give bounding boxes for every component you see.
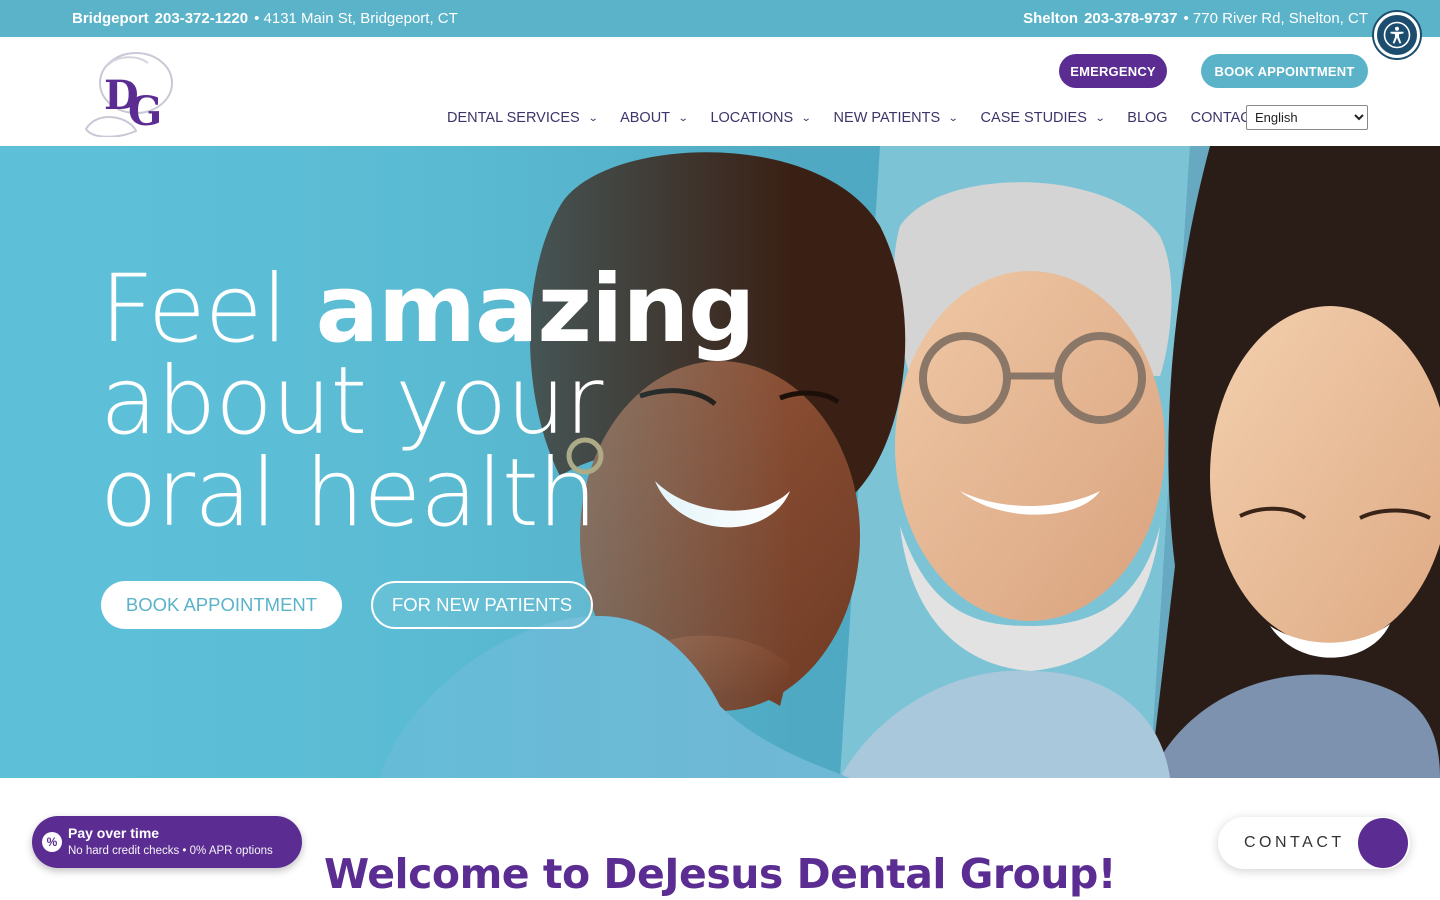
language-select[interactable]: English xyxy=(1246,105,1368,130)
bridgeport-address: • 4131 Main St, Bridgeport, CT xyxy=(254,10,458,27)
nav-item-about[interactable]: ABOUT ⌄ xyxy=(620,110,689,126)
shelton-phone-link[interactable]: 203-378-9737 xyxy=(1084,10,1177,27)
chevron-down-icon: ⌄ xyxy=(947,112,959,124)
bridgeport-city: Bridgeport xyxy=(72,10,149,27)
nav-item-case-studies[interactable]: CASE STUDIES ⌄ xyxy=(980,110,1106,126)
bridgeport-phone-link[interactable]: 203-372-1220 xyxy=(155,10,248,27)
pay-badge-subtitle: No hard credit checks • 0% APR options xyxy=(68,845,273,857)
hero-headline-line-1: Feel amazing xyxy=(100,263,756,357)
chevron-down-icon: ⌄ xyxy=(1094,112,1106,124)
chevron-down-icon: ⌄ xyxy=(800,112,812,124)
nav-item-label: ABOUT xyxy=(620,110,671,126)
bridgeport-location-info: Bridgeport 203-372-1220 • 4131 Main St, Br… xyxy=(72,0,458,37)
shelton-address: • 770 River Rd, Shelton, CT xyxy=(1183,10,1369,27)
nav-item-label: BLOG xyxy=(1127,110,1168,126)
hero-headline-line-3: oral health xyxy=(100,439,597,548)
shelton-city: Shelton xyxy=(1023,10,1079,27)
shelton-location-info: Shelton 203-378-9737 • 770 River Rd, Shelt… xyxy=(1023,0,1368,37)
site-logo[interactable]: D G xyxy=(78,47,178,138)
nav-item-label: LOCATIONS xyxy=(710,110,794,126)
percent-icon: % xyxy=(42,832,62,852)
top-info-bar: Bridgeport 203-372-1220 • 4131 Main St, Br… xyxy=(0,0,1440,37)
nav-item-label: NEW PATIENTS xyxy=(833,110,941,126)
main-nav: DENTAL SERVICES ⌄ ABOUT ⌄ LOCATIONS ⌄ NE… xyxy=(447,107,1282,129)
dg-logo-mark: D G xyxy=(84,52,173,138)
pay-over-time-badge[interactable]: % Pay over time No hard credit checks • … xyxy=(32,816,302,868)
hero-new-patients-button[interactable]: FOR NEW PATIENTS xyxy=(371,581,593,629)
book-appointment-header-button[interactable]: BOOK APPOINTMENT xyxy=(1201,54,1368,88)
hero-headline: Feel amazing about your oral health xyxy=(100,263,756,548)
nav-item-label: CASE STUDIES xyxy=(980,110,1087,126)
hero-banner: Feel amazing about your oral health BOOK… xyxy=(0,146,1440,778)
chevron-down-icon: ⌄ xyxy=(587,112,599,124)
nav-item-blog[interactable]: BLOG xyxy=(1127,110,1167,126)
svg-text:G: G xyxy=(128,88,162,135)
floating-contact-label: CONTACT xyxy=(1244,834,1345,851)
accessibility-button[interactable] xyxy=(1374,12,1420,58)
contact-chat-icon xyxy=(1358,818,1408,868)
emergency-button[interactable]: EMERGENCY xyxy=(1059,54,1167,88)
nav-item-locations[interactable]: LOCATIONS ⌄ xyxy=(710,110,812,126)
hero-headline-line-2: about your xyxy=(100,347,603,456)
nav-item-label: DENTAL SERVICES xyxy=(447,110,580,126)
chevron-down-icon: ⌄ xyxy=(677,112,689,124)
site-header: D G EMERGENCY BOOK APPOINTMENT DENTAL SE… xyxy=(0,37,1440,146)
pay-badge-title: Pay over time xyxy=(68,825,160,841)
nav-item-new-patients[interactable]: NEW PATIENTS ⌄ xyxy=(833,110,959,126)
hero-book-appointment-button[interactable]: BOOK APPOINTMENT xyxy=(101,581,342,629)
nav-item-dental-services[interactable]: DENTAL SERVICES ⌄ xyxy=(447,110,599,126)
accessibility-icon xyxy=(1383,21,1411,49)
floating-contact-button[interactable]: CONTACT xyxy=(1218,817,1410,869)
